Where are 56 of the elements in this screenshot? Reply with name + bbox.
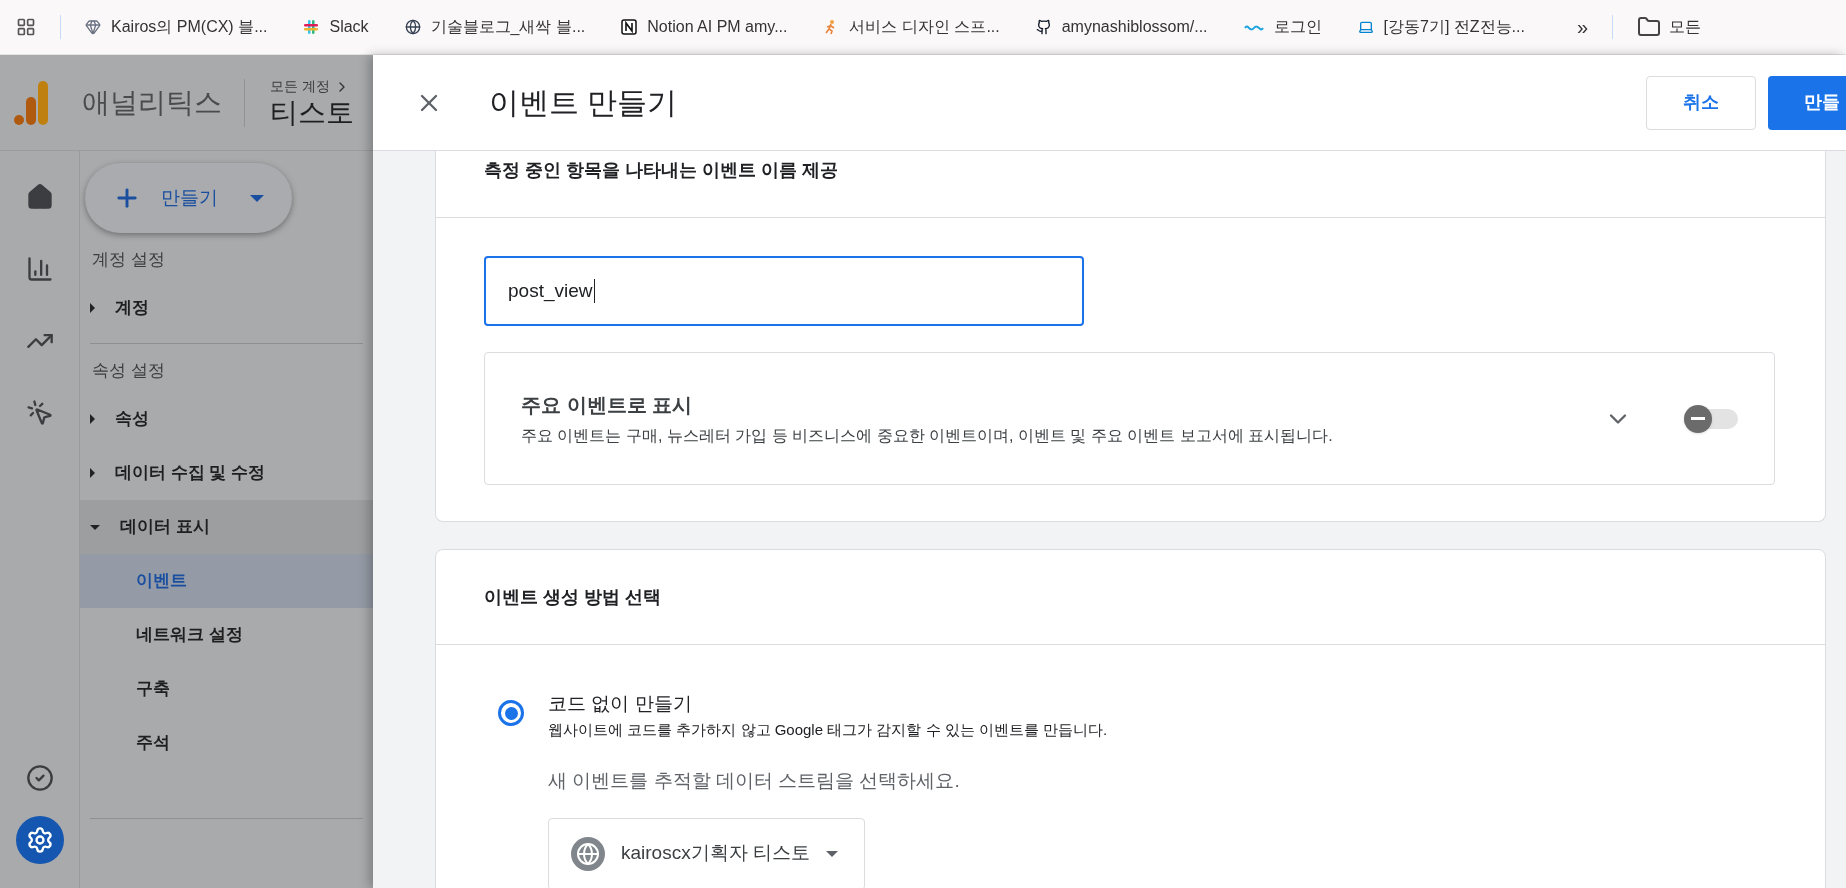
caret-right-icon: [90, 468, 95, 478]
cat-icon: [1035, 19, 1052, 35]
card-title: 측정 중인 항목을 나타내는 이벤트 이름 제공: [436, 151, 1825, 218]
card-title: 이벤트 생성 방법 선택: [436, 550, 1825, 645]
gem-icon: [85, 19, 101, 35]
analytics-logo-icon: [14, 80, 50, 125]
apps-grid-icon[interactable]: [16, 17, 36, 37]
hash-icon: [303, 19, 320, 35]
section-heading: 계정 설정: [91, 249, 166, 271]
check-circle-icon[interactable]: [25, 764, 54, 792]
stream-dropdown[interactable]: kairoscx기획자 티스토: [548, 817, 865, 888]
globe-icon: [571, 836, 605, 871]
settings-icon[interactable]: [15, 816, 64, 864]
property-name[interactable]: 티스토: [270, 97, 354, 129]
laptop-icon: [1357, 19, 1374, 35]
create-button[interactable]: 만들: [1768, 75, 1846, 130]
nav-subitem[interactable]: 구축: [80, 662, 373, 716]
home-icon[interactable]: [25, 183, 54, 211]
bookmark-link[interactable]: Kairos의 PM(CX) 블...: [85, 15, 268, 39]
key-event-description: 주요 이벤트는 구매, 뉴스레터 가입 등 비즈니스에 중요한 이벤트이며, 이벤트 및 주요 이벤트 보고서에 표시됩니다.: [521, 425, 1333, 446]
nav-subitem[interactable]: 네트워크 설정: [80, 608, 373, 662]
nav-subitem[interactable]: 주석: [80, 716, 373, 770]
bookmark-link[interactable]: 서비스 디자인 스프...: [823, 15, 1000, 39]
panel-title: 이벤트 만들기: [489, 85, 678, 121]
nav-item[interactable]: 계정: [80, 281, 373, 335]
nav-item[interactable]: 데이터 수집 및 수정: [80, 446, 373, 500]
key-event-title: 주요 이벤트로 표시: [521, 392, 694, 418]
folder-icon: [1637, 15, 1662, 39]
bookmark-link[interactable]: Notion AI PM amy...: [621, 15, 788, 39]
dropdown-caret-icon: [250, 194, 264, 202]
bookmark-folder[interactable]: 모든: [1637, 15, 1702, 39]
caret-right-icon: [90, 303, 95, 313]
nav-item[interactable]: 속성: [80, 392, 373, 446]
radio-button[interactable]: [498, 700, 524, 726]
bookmark-link[interactable]: amynashiblossom/...: [1035, 15, 1208, 39]
bookmark-link[interactable]: 기술블로그_새싹 블...: [404, 15, 586, 39]
section-heading: 속성 설정: [91, 360, 166, 382]
nav-item[interactable]: 데이터 표시: [80, 500, 373, 554]
cancel-button[interactable]: 취소: [1646, 75, 1756, 130]
caret-down-icon: [90, 524, 100, 530]
more-bookmarks-button[interactable]: »: [1576, 12, 1589, 42]
cursor-click-icon[interactable]: [25, 399, 54, 427]
bar-chart-icon[interactable]: [25, 255, 54, 283]
dropdown-caret-icon: [825, 850, 838, 857]
app-name: 애널리틱스: [82, 85, 222, 120]
letter-n-icon: [621, 19, 638, 35]
bookmark-link[interactable]: Slack: [303, 15, 369, 39]
stream-prompt: 새 이벤트를 추적할 데이터 스트림을 선택하세요.: [548, 769, 961, 793]
event-name-field[interactable]: post_view: [484, 256, 1084, 326]
bookmark-link[interactable]: [강동7기] 전Z전능...: [1357, 15, 1525, 39]
option-description: 웹사이트에 코드를 추가하지 않고 Google 태그가 감지할 수 있는 이벤트를 만듭니다.: [548, 719, 1108, 740]
bookmark-link[interactable]: 로그인: [1243, 15, 1322, 39]
breadcrumb-link[interactable]: 모든 계정: [270, 76, 330, 97]
option-label: 코드 없이 만들기: [548, 692, 693, 716]
caret-right-icon: [90, 414, 95, 424]
globe-icon: [404, 19, 421, 35]
